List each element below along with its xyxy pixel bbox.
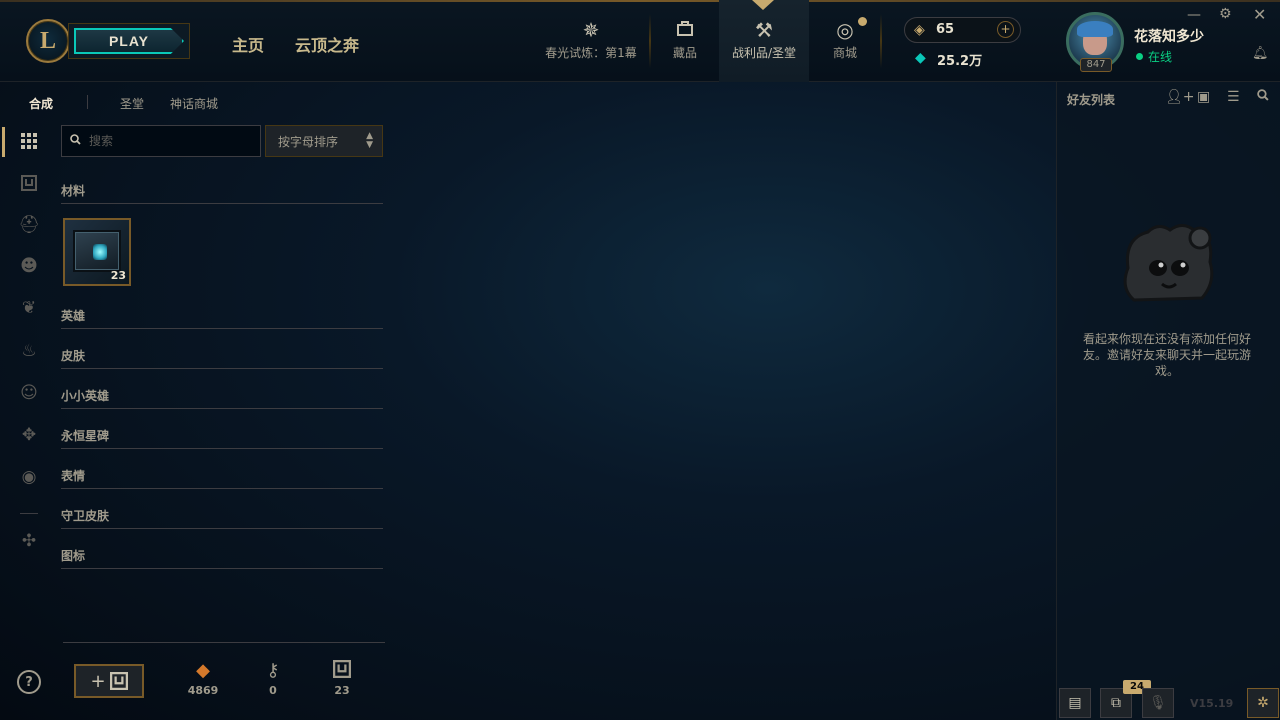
player-name[interactable]: 花落知多少 — [1134, 26, 1204, 46]
subtab-divider — [87, 95, 88, 109]
tab-collection-label: 藏品 — [672, 46, 697, 60]
tab-event-pass-label: 春光试炼：第1幕 — [545, 46, 637, 60]
subtab-crafting[interactable]: 合成 — [29, 95, 53, 112]
category-champions: 英雄 — [61, 307, 383, 329]
search-input[interactable] — [89, 134, 239, 148]
orange-essence-resource: ◆ 4869 — [178, 660, 228, 697]
hextech-chest-icon — [73, 230, 121, 272]
player-status[interactable]: 在线 — [1136, 48, 1172, 65]
key-resource: ⚷ 0 — [248, 660, 298, 697]
key-icon: ⚷ — [266, 660, 280, 681]
item-count: 23 — [110, 269, 126, 282]
side-divider — [20, 513, 38, 514]
buy-rp-plus-icon[interactable]: + — [997, 21, 1014, 38]
minimize-icon[interactable]: — — [1187, 7, 1201, 23]
chest-count-icon — [317, 660, 367, 684]
avatar-hair — [1077, 21, 1113, 37]
all-items-grid-icon[interactable] — [17, 129, 41, 153]
microphone-icon[interactable]: 🎙︎ — [1142, 688, 1174, 718]
add-folder-icon[interactable]: ▣ — [1197, 89, 1210, 105]
tab-event-pass[interactable]: ✵ 春光试炼：第1幕 — [540, 0, 642, 82]
ward-skin-icon[interactable]: ✥ — [17, 423, 41, 447]
chest-filter-icon[interactable] — [17, 171, 41, 195]
tab-loot[interactable]: ⚒ 战利品/圣堂 — [719, 0, 809, 82]
help-question-icon[interactable]: ? — [17, 670, 41, 694]
tab-loot-label: 战利品/圣堂 — [731, 46, 797, 60]
little-legend-icon[interactable]: ❦ — [17, 296, 41, 320]
craft-chest-button[interactable]: + — [74, 664, 144, 698]
league-logo[interactable]: L — [26, 19, 70, 63]
skin-mask-icon[interactable]: ☻ — [17, 254, 41, 278]
chest-icon — [109, 672, 128, 690]
online-status-icon — [1136, 53, 1143, 60]
tab-collection[interactable]: 藏品 — [656, 0, 714, 82]
rp-icon: ◈ — [914, 22, 925, 38]
chat-icon[interactable]: ▤ — [1059, 688, 1091, 718]
player-level: 847 — [1080, 58, 1112, 72]
resource-divider — [63, 642, 385, 643]
orange-essence-count: 4869 — [187, 684, 219, 697]
active-tab-indicator — [752, 0, 774, 10]
empty-friends-message: 看起来你现在还没有添加任何好友。邀请好友来聊天并一起玩游戏。 — [1082, 332, 1251, 378]
champion-helmet-icon[interactable]: ⛑ — [17, 213, 41, 237]
category-emotes: 表情 — [61, 467, 383, 489]
chest-resource: 23 — [317, 660, 367, 697]
sort-dropdown-label: 按字母排序 — [278, 134, 339, 149]
nav-home[interactable]: 主页 — [232, 32, 264, 56]
poro-illustration-icon — [1123, 224, 1214, 302]
side-active-indicator — [2, 127, 5, 157]
blue-essence-amount: 25.2万 — [937, 54, 983, 69]
orange-essence-icon: ◆ — [196, 660, 210, 681]
category-little-legends: 小小英雄 — [61, 387, 383, 409]
sort-dropdown[interactable]: 按字母排序 ▲ ▼ — [265, 125, 383, 157]
close-icon[interactable]: ✕ — [1253, 5, 1266, 24]
play-button[interactable]: PLAY — [68, 23, 190, 59]
category-eternals: 永恒星碑 — [61, 427, 383, 449]
chest-gem — [93, 244, 107, 260]
emote-face-icon[interactable]: ☺ — [17, 381, 41, 405]
summoner-icon-filter[interactable]: ◉ — [17, 465, 41, 489]
loot-item-hextech-chest[interactable]: 23 — [63, 218, 131, 286]
notification-bell-icon[interactable]: 🔔︎ — [1252, 46, 1269, 61]
nav-divider — [880, 14, 882, 68]
misc-filter-icon[interactable]: ✣ — [17, 529, 41, 553]
plus-icon: + — [90, 670, 106, 692]
store-icon: ◎ — [836, 18, 854, 42]
friends-panel — [1056, 82, 1280, 720]
tab-store[interactable]: ◎ 商城 — [816, 0, 874, 82]
search-icon — [70, 134, 81, 148]
key-count: 0 — [269, 684, 277, 697]
add-friend-icon[interactable]: 👤︎+ — [1165, 89, 1195, 105]
nav-divider — [649, 14, 651, 68]
rp-amount: 65 — [936, 22, 955, 37]
category-skins: 皮肤 — [61, 347, 383, 369]
list-view-icon[interactable]: ☰ — [1227, 89, 1240, 105]
category-ward-skins: 守卫皮肤 — [61, 507, 383, 529]
search-box[interactable] — [61, 125, 261, 157]
friend-search-icon[interactable] — [1257, 89, 1269, 105]
nav-tft[interactable]: 云顶之奔 — [295, 32, 359, 56]
category-icons: 图标 — [61, 547, 383, 569]
player-status-label: 在线 — [1148, 50, 1173, 64]
loot-icon: ⚒ — [755, 18, 773, 42]
friends-list-title: 好友列表 — [1067, 93, 1116, 107]
bug-report-icon[interactable]: ✲ — [1247, 688, 1279, 718]
subtab-mythic-shop[interactable]: 神话商城 — [170, 95, 218, 112]
event-pass-icon: ✵ — [582, 18, 600, 42]
settings-gear-icon[interactable]: ⚙ — [1219, 6, 1232, 22]
collection-icon — [675, 18, 695, 44]
play-button-label[interactable]: PLAY — [74, 28, 184, 54]
subtab-sanctum[interactable]: 圣堂 — [120, 95, 144, 112]
category-materials: 材料 — [61, 182, 383, 204]
client-version: V15.19 — [1190, 697, 1234, 710]
store-notification-dot — [858, 17, 867, 26]
chevron-updown-icon: ▲ ▼ — [366, 131, 373, 150]
blue-essence-icon: ◆ — [915, 50, 926, 66]
tab-store-label: 商城 — [832, 46, 857, 60]
eternals-flame-icon[interactable]: ♨ — [17, 339, 41, 363]
chest-count: 23 — [334, 684, 350, 697]
